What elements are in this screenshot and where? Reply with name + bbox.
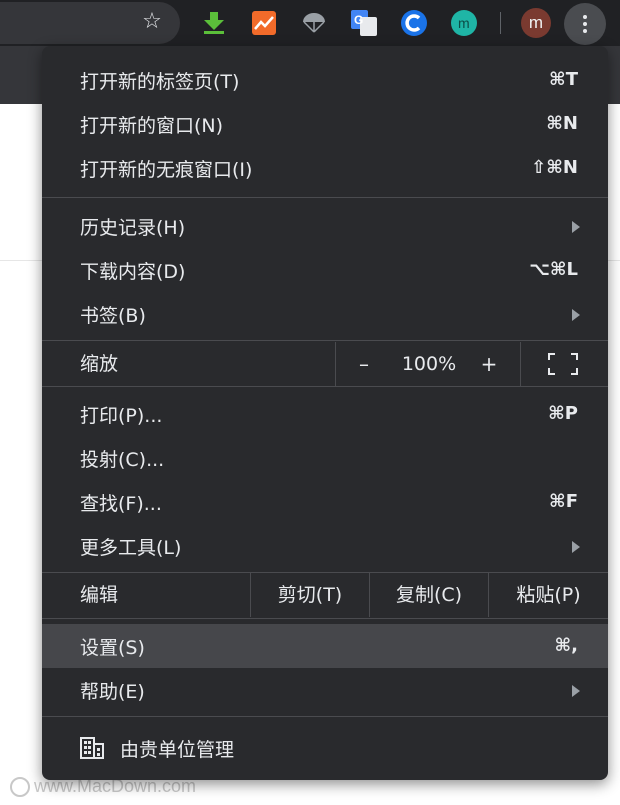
watermark-logo-icon	[10, 776, 30, 797]
menu-item-managed-by-org[interactable]: 由贵单位管理	[42, 726, 608, 770]
zoom-in-button[interactable]: +	[472, 342, 506, 386]
menu-item-label: 下载内容(D)	[80, 260, 186, 283]
menu-item-label: 查找(F)...	[80, 492, 162, 515]
menu-item-label: 帮助(E)	[80, 680, 145, 703]
m-logo-letter: m	[458, 15, 470, 31]
browser-toolbar: ☆ G m m	[0, 0, 620, 46]
edit-row: 编辑 剪切(T) 复制(C) 粘贴(P)	[42, 573, 608, 617]
menu-separator	[42, 386, 608, 387]
menu-separator	[42, 340, 608, 341]
menu-separator	[42, 618, 608, 619]
building-icon	[80, 737, 104, 759]
menu-item-help[interactable]: 帮助(E)	[42, 668, 608, 712]
shortcut-label: ⌘T	[549, 69, 578, 90]
fullscreen-icon[interactable]	[548, 353, 578, 375]
zoom-label: 缩放	[80, 353, 119, 375]
shortcut-label: ⌘P	[548, 403, 578, 424]
profile-avatar[interactable]: m	[521, 8, 551, 38]
menu-item-label: 更多工具(L)	[80, 536, 182, 559]
menu-item-label: 书签(B)	[80, 304, 146, 327]
menu-item-label: 打开新的标签页(T)	[80, 70, 240, 93]
chart-extension-icon[interactable]	[250, 9, 278, 37]
menu-item-label: 由贵单位管理	[120, 738, 235, 761]
menu-item-label: 设置(S)	[80, 636, 145, 659]
copy-button[interactable]: 复制(C)	[370, 573, 488, 617]
m-logo-icon[interactable]: m	[450, 9, 478, 37]
c-logo-icon[interactable]	[400, 9, 428, 37]
menu-item-new-tab[interactable]: 打开新的标签页(T) ⌘T	[42, 58, 608, 102]
translate-icon[interactable]: G	[350, 9, 378, 37]
more-menu-icon[interactable]	[564, 3, 606, 45]
submenu-arrow-icon	[572, 685, 580, 697]
toolbar-divider	[500, 12, 501, 34]
menu-item-cast[interactable]: 投射(C)...	[42, 436, 608, 480]
menu-item-label: 历史记录(H)	[80, 216, 186, 239]
zoom-row: 缩放 – 100% +	[42, 342, 608, 386]
edit-label: 编辑	[80, 584, 119, 606]
menu-item-new-window[interactable]: 打开新的窗口(N) ⌘N	[42, 102, 608, 146]
submenu-arrow-icon	[572, 309, 580, 321]
menu-item-label: 打开新的无痕窗口(I)	[80, 158, 253, 181]
menu-item-label: 打开新的窗口(N)	[80, 114, 224, 137]
menu-separator	[42, 716, 608, 717]
menu-item-label: 投射(C)...	[80, 448, 165, 471]
cut-button[interactable]: 剪切(T)	[251, 573, 369, 617]
shortcut-label: ⌘F	[549, 491, 578, 512]
menu-item-bookmarks[interactable]: 书签(B)	[42, 292, 608, 336]
menu-item-print[interactable]: 打印(P)... ⌘P	[42, 392, 608, 436]
menu-item-downloads[interactable]: 下载内容(D) ⌥⌘L	[42, 248, 608, 292]
parachute-icon[interactable]	[300, 9, 328, 37]
shortcut-label: ⌥⌘L	[529, 259, 578, 280]
shortcut-label: ⌘,	[554, 635, 578, 656]
bookmark-star-icon[interactable]: ☆	[138, 8, 166, 36]
translate-letter: G	[354, 13, 363, 27]
zoom-out-button[interactable]: –	[348, 342, 380, 386]
submenu-arrow-icon	[572, 221, 580, 233]
menu-separator	[42, 197, 608, 198]
paste-button[interactable]: 粘贴(P)	[489, 573, 608, 617]
menu-item-more-tools[interactable]: 更多工具(L)	[42, 524, 608, 568]
shortcut-label: ⌘N	[546, 113, 578, 134]
submenu-arrow-icon	[572, 541, 580, 553]
chrome-main-menu: 打开新的标签页(T) ⌘T 打开新的窗口(N) ⌘N 打开新的无痕窗口(I) ⇧…	[42, 46, 608, 780]
menu-item-settings[interactable]: 设置(S) ⌘,	[42, 624, 608, 668]
shortcut-label: ⇧⌘N	[531, 157, 578, 178]
menu-item-new-incognito-window[interactable]: 打开新的无痕窗口(I) ⇧⌘N	[42, 146, 608, 190]
menu-item-find[interactable]: 查找(F)... ⌘F	[42, 480, 608, 524]
menu-item-label: 打印(P)...	[80, 404, 163, 427]
zoom-level: 100%	[401, 353, 457, 375]
menu-item-history[interactable]: 历史记录(H)	[42, 204, 608, 248]
download-arrow-icon[interactable]	[200, 9, 228, 37]
